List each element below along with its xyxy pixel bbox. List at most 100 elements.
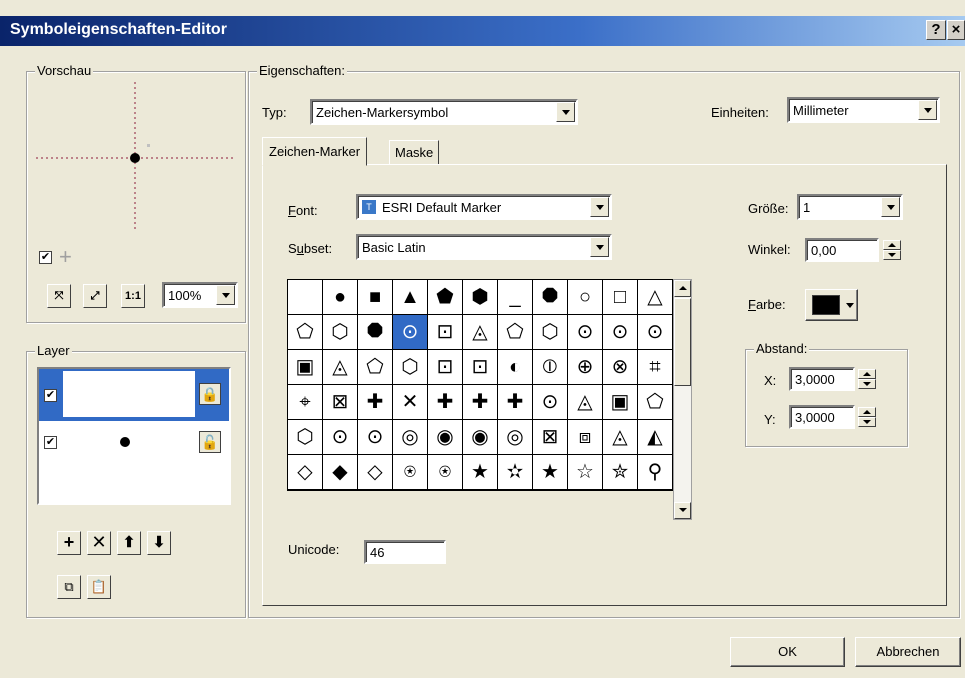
glyph-cell[interactable]	[288, 280, 323, 315]
glyph-grid[interactable]: ● ■ ▲ ⬟ ⬢ _ ⯃ ○ □ △ ⬠ ⬡ ⯃ ⊙ ⊡ ◬ ⬠ ⬡ ⊙ ⊙ ⊙ ▣ ◬ ⬠ ⬡ ⊡ ⊡ ◐ ⦶ ⊕ ⊗ ⌗ ⌖ ⊠ ✚ ✕ ✚ ✚ ✚ ⊙…	[287, 279, 674, 491]
glyph-cell[interactable]: ◇	[358, 455, 393, 490]
glyph-cell[interactable]: ⬟	[428, 280, 463, 315]
chevron-down-icon[interactable]	[216, 285, 235, 305]
glyph-cell[interactable]: ⊡	[428, 350, 463, 385]
glyph-cell[interactable]: ⬠	[358, 350, 393, 385]
angle-spinner[interactable]	[883, 240, 901, 260]
glyph-cell[interactable]: ✕	[393, 385, 428, 420]
glyph-cell[interactable]: ⊙	[568, 315, 603, 350]
font-select[interactable]: T ESRI Default Marker	[356, 194, 612, 220]
glyph-cell[interactable]: ⊗	[603, 350, 638, 385]
glyph-cell[interactable]: ✚	[428, 385, 463, 420]
glyph-cell[interactable]: ★	[463, 455, 498, 490]
glyph-cell[interactable]: ⬡	[393, 350, 428, 385]
chevron-down-icon[interactable]	[590, 197, 609, 217]
glyph-cell[interactable]: ✫	[498, 455, 533, 490]
y-offset-input[interactable]: 3,0000	[789, 405, 855, 429]
tab-zeichen-marker[interactable]: Zeichen-Marker	[262, 137, 368, 166]
layer-visible-checkbox[interactable]: ✔	[44, 389, 57, 402]
zoom-select[interactable]: 100%	[162, 282, 238, 308]
glyph-cell[interactable]: ⬢	[463, 280, 498, 315]
delete-layer-icon[interactable]: ✕	[87, 531, 111, 555]
glyph-cell[interactable]: ◉	[463, 420, 498, 455]
glyph-cell[interactable]: ⬡	[288, 420, 323, 455]
angle-input[interactable]: 0,00	[805, 238, 879, 262]
glyph-cell[interactable]: ⌖	[288, 385, 323, 420]
chevron-down-icon[interactable]	[881, 197, 900, 217]
glyph-cell[interactable]: ⊠	[533, 420, 568, 455]
glyph-cell[interactable]: ▲	[393, 280, 428, 315]
glyph-cell[interactable]: ■	[358, 280, 393, 315]
glyph-cell[interactable]: ⦶	[533, 350, 568, 385]
glyph-cell[interactable]: ✚	[498, 385, 533, 420]
glyph-cell[interactable]: ⊙	[638, 315, 673, 350]
glyph-cell[interactable]: _	[498, 280, 533, 315]
close-button[interactable]: ×	[947, 20, 965, 40]
tab-maske[interactable]: Maske	[389, 140, 440, 164]
glyph-cell[interactable]: ⊙	[393, 315, 428, 350]
lock-icon[interactable]: 🔒	[199, 383, 221, 405]
glyph-cell[interactable]: ⚲	[638, 455, 673, 490]
glyph-cell[interactable]: ◆	[323, 455, 358, 490]
scroll-down-icon[interactable]	[674, 502, 691, 519]
paste-icon[interactable]: 📋	[87, 575, 111, 599]
glyph-cell[interactable]: ◇	[288, 455, 323, 490]
glyph-scrollbar[interactable]	[673, 279, 692, 520]
glyph-cell[interactable]: ◬	[603, 420, 638, 455]
glyph-cell[interactable]: ⬡	[533, 315, 568, 350]
y-offset-spinner[interactable]	[858, 407, 876, 427]
glyph-cell[interactable]: ●	[323, 280, 358, 315]
glyph-cell[interactable]: ⊠	[323, 385, 358, 420]
units-select[interactable]: Millimeter	[787, 97, 940, 123]
glyph-cell[interactable]: ◎	[393, 420, 428, 455]
x-offset-input[interactable]: 3,0000	[789, 367, 855, 391]
glyph-cell[interactable]: ◭	[638, 420, 673, 455]
glyph-cell[interactable]: ⧈	[568, 420, 603, 455]
glyph-cell[interactable]: ◐	[498, 350, 533, 385]
glyph-cell[interactable]: ▣	[288, 350, 323, 385]
glyph-cell[interactable]: ⊕	[568, 350, 603, 385]
glyph-cell[interactable]: ◬	[568, 385, 603, 420]
glyph-cell[interactable]: ▣	[603, 385, 638, 420]
glyph-cell[interactable]: ◬	[463, 315, 498, 350]
glyph-cell[interactable]: ⯃	[358, 315, 393, 350]
glyph-cell[interactable]: ◎	[498, 420, 533, 455]
scroll-thumb[interactable]	[674, 298, 691, 386]
glyph-cell[interactable]: ⊙	[323, 420, 358, 455]
size-select[interactable]: 1	[797, 194, 903, 220]
glyph-cell[interactable]: ✚	[463, 385, 498, 420]
expand-icon[interactable]: ⤢	[83, 284, 107, 308]
type-select[interactable]: Zeichen-Markersymbol	[310, 99, 578, 125]
layer-visible-checkbox[interactable]: ✔	[44, 436, 57, 449]
chevron-down-icon[interactable]	[918, 100, 937, 120]
arrow-up-icon[interactable]: ⬆	[117, 531, 141, 555]
subset-select[interactable]: Basic Latin	[356, 234, 612, 260]
glyph-cell[interactable]: ✮	[603, 455, 638, 490]
glyph-cell[interactable]: ⊙	[533, 385, 568, 420]
glyph-cell[interactable]: ⊙	[603, 315, 638, 350]
ok-button[interactable]: OK	[730, 637, 845, 667]
layer-row[interactable]: ✔ 🔓	[39, 423, 229, 463]
glyph-cell[interactable]: ○	[568, 280, 603, 315]
unlock-icon[interactable]: 🔓	[199, 431, 221, 453]
color-button[interactable]	[805, 289, 858, 321]
glyph-cell[interactable]: ★	[533, 455, 568, 490]
glyph-cell[interactable]: △	[638, 280, 673, 315]
glyph-cell[interactable]: □	[603, 280, 638, 315]
cancel-button[interactable]: Abbrechen	[855, 637, 961, 667]
glyph-cell[interactable]: ☆	[568, 455, 603, 490]
glyph-cell[interactable]: ✚	[358, 385, 393, 420]
glyph-cell[interactable]: ⬠	[288, 315, 323, 350]
preview-grid-checkbox[interactable]: ✔	[39, 251, 52, 264]
glyph-cell[interactable]: ⬠	[498, 315, 533, 350]
scroll-up-icon[interactable]	[674, 280, 691, 297]
glyph-cell[interactable]: ⬠	[638, 385, 673, 420]
glyph-cell[interactable]: ⯃	[533, 280, 568, 315]
unicode-input[interactable]: 46	[364, 540, 446, 564]
glyph-cell[interactable]: ⊙	[358, 420, 393, 455]
copy-icon[interactable]: ⧉	[57, 575, 81, 599]
arrow-down-icon[interactable]: ⬇	[147, 531, 171, 555]
help-button[interactable]: ?	[926, 20, 946, 40]
actual-size-button[interactable]: 1:1	[121, 284, 145, 308]
glyph-cell[interactable]: ◬	[323, 350, 358, 385]
